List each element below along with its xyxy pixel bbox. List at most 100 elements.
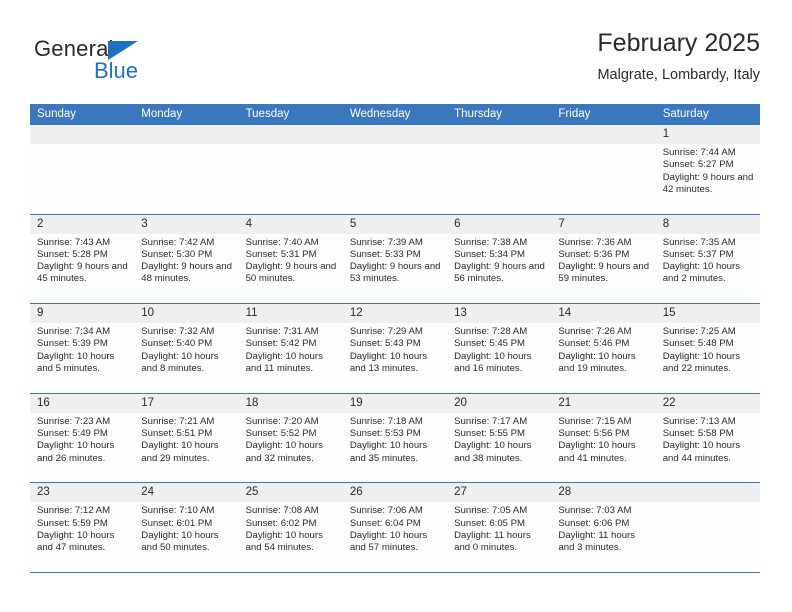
- day-number: 21: [558, 396, 572, 409]
- day-number-band: [134, 125, 239, 144]
- sunset-text: Sunset: 6:05 PM: [454, 517, 526, 529]
- day-number-band: [238, 125, 343, 144]
- calendar-day-cell[interactable]: 25 Sunrise: 7:08 AM Sunset: 6:02 PM Dayligh…: [238, 483, 343, 572]
- sunset-text: Sunset: 5:36 PM: [558, 248, 630, 260]
- calendar-day-cell[interactable]: 26 Sunrise: 7:06 AM Sunset: 6:04 PM Dayligh…: [342, 483, 448, 572]
- day-number-band: 26: [342, 483, 448, 503]
- calendar-day-cell[interactable]: 5 Sunrise: 7:39 AM Sunset: 5:33 PM Daylight…: [342, 214, 448, 304]
- sunset-text: Sunset: 5:39 PM: [37, 338, 108, 350]
- calendar-day-cell[interactable]: 15 Sunrise: 7:25 AM Sunset: 5:48 PM Dayligh…: [655, 304, 760, 393]
- daylight-text: Daylight: 10 hours and 35 minutes.: [349, 440, 428, 464]
- day-sun-info: Sunrise: 7:29 AM Sunset: 5:43 PM Daylight:…: [343, 323, 447, 375]
- day-sun-info: Sunrise: 7:40 AM Sunset: 5:31 PM Daylight:…: [239, 234, 343, 286]
- daylight-text: Daylight: 10 hours and 5 minutes.: [37, 350, 115, 375]
- day-sun-info: Sunrise: 7:26 AM Sunset: 5:46 PM Daylight:…: [551, 323, 655, 375]
- sunset-text: Sunset: 5:40 PM: [141, 338, 213, 350]
- title-block: February 2025 Malgrate, Lombardy, Italy: [597, 28, 760, 86]
- day-number-band: 22: [655, 393, 760, 413]
- sunset-text: Sunset: 6:06 PM: [558, 517, 630, 529]
- day-number-band: 24: [134, 483, 239, 503]
- day-number-band: [551, 125, 656, 144]
- calendar-day-cell[interactable]: 16 Sunrise: 7:23 AM Sunset: 5:49 PM Dayligh…: [30, 393, 135, 483]
- calendar-day-cell[interactable]: 10 Sunrise: 7:32 AM Sunset: 5:40 PM Dayligh…: [134, 304, 239, 393]
- daylight-text: Daylight: 10 hours and 8 minutes.: [141, 350, 219, 375]
- daylight-text: Daylight: 9 hours and 42 minutes.: [662, 171, 754, 195]
- sunrise-text: Sunrise: 7:18 AM: [349, 415, 423, 427]
- daylight-text: Daylight: 10 hours and 47 minutes.: [37, 529, 115, 554]
- day-number-band: 28: [551, 483, 656, 503]
- sunrise-text: Sunrise: 7:08 AM: [245, 505, 319, 517]
- calendar-day-cell[interactable]: 28 Sunrise: 7:03 AM Sunset: 6:06 PM Dayligh…: [551, 483, 656, 572]
- daylight-text: Daylight: 10 hours and 13 minutes.: [349, 350, 428, 375]
- calendar-day-cell[interactable]: 3 Sunrise: 7:42 AM Sunset: 5:30 PM Daylight…: [134, 214, 239, 304]
- day-number-band: 17: [134, 393, 239, 413]
- sunset-text: Sunset: 5:28 PM: [37, 248, 108, 260]
- day-sun-info: Sunrise: 7:08 AM Sunset: 6:02 PM Daylight:…: [239, 502, 343, 554]
- calendar-day-cell[interactable]: 21 Sunrise: 7:15 AM Sunset: 5:56 PM Dayligh…: [551, 393, 656, 483]
- calendar-day-cell[interactable]: 14 Sunrise: 7:26 AM Sunset: 5:46 PM Dayligh…: [551, 304, 656, 393]
- daylight-text: Daylight: 9 hours and 48 minutes.: [141, 261, 232, 285]
- sunrise-text: Sunrise: 7:15 AM: [558, 415, 632, 427]
- day-number: 20: [454, 396, 467, 409]
- sunrise-text: Sunrise: 7:26 AM: [558, 326, 632, 338]
- sunrise-text: Sunrise: 7:10 AM: [141, 505, 215, 517]
- daylight-text: Daylight: 9 hours and 53 minutes.: [349, 261, 441, 285]
- daylight-text: Daylight: 10 hours and 2 minutes.: [662, 261, 741, 285]
- daylight-text: Daylight: 10 hours and 22 minutes.: [662, 350, 741, 375]
- calendar-day-cell[interactable]: 4 Sunrise: 7:40 AM Sunset: 5:31 PM Daylight…: [238, 214, 343, 304]
- calendar-day-cell[interactable]: 22 Sunrise: 7:13 AM Sunset: 5:58 PM Dayligh…: [655, 393, 760, 483]
- calendar-day-cell[interactable]: 6 Sunrise: 7:38 AM Sunset: 5:34 PM Daylight…: [447, 214, 552, 304]
- calendar-day-cell[interactable]: 24 Sunrise: 7:10 AM Sunset: 6:01 PM Dayligh…: [134, 483, 239, 572]
- sunrise-text: Sunrise: 7:06 AM: [349, 505, 423, 517]
- day-sun-info: Sunrise: 7:13 AM Sunset: 5:58 PM Daylight:…: [656, 413, 760, 465]
- sunrise-text: Sunrise: 7:40 AM: [245, 236, 319, 248]
- day-number: 26: [349, 486, 363, 499]
- sunset-text: Sunset: 5:59 PM: [37, 517, 108, 529]
- day-number-band: 23: [30, 483, 135, 503]
- day-number-band: 16: [30, 393, 135, 413]
- day-number: 19: [349, 396, 363, 409]
- calendar-week-row: 23 Sunrise: 7:12 AM Sunset: 5:59 PM Dayligh…: [30, 482, 760, 573]
- sunset-text: Sunset: 6:04 PM: [349, 517, 421, 529]
- calendar-day-cell[interactable]: 8 Sunrise: 7:35 AM Sunset: 5:37 PM Daylight…: [655, 214, 760, 304]
- day-number: 6: [454, 217, 461, 230]
- day-sun-info: Sunrise: 7:31 AM Sunset: 5:42 PM Daylight:…: [239, 323, 343, 375]
- sunrise-text: Sunrise: 7:12 AM: [37, 505, 111, 517]
- calendar-day-cell[interactable]: 9 Sunrise: 7:34 AM Sunset: 5:39 PM Daylight…: [30, 304, 135, 393]
- day-number-band: 9: [30, 304, 135, 324]
- general-blue-logo: General Blue: [34, 36, 214, 92]
- calendar-day-cell[interactable]: 18 Sunrise: 7:20 AM Sunset: 5:52 PM Dayligh…: [238, 393, 343, 483]
- calendar-day-cell[interactable]: 23 Sunrise: 7:12 AM Sunset: 5:59 PM Dayligh…: [30, 483, 135, 572]
- calendar-day-cell[interactable]: 20 Sunrise: 7:17 AM Sunset: 5:55 PM Dayligh…: [447, 393, 552, 483]
- sunset-text: Sunset: 5:52 PM: [245, 428, 317, 440]
- calendar-day-cell[interactable]: 2 Sunrise: 7:43 AM Sunset: 5:28 PM Daylight…: [30, 214, 135, 304]
- sunrise-text: Sunrise: 7:05 AM: [454, 505, 528, 517]
- sunrise-text: Sunrise: 7:35 AM: [662, 236, 736, 248]
- day-number-band: 12: [342, 304, 448, 324]
- day-sun-info: Sunrise: 7:21 AM Sunset: 5:51 PM Daylight:…: [134, 413, 238, 465]
- calendar-day-cell[interactable]: 7 Sunrise: 7:36 AM Sunset: 5:36 PM Daylight…: [551, 214, 656, 304]
- day-number: 1: [662, 128, 670, 140]
- day-sun-info: Sunrise: 7:18 AM Sunset: 5:53 PM Daylight:…: [343, 413, 447, 465]
- sunset-text: Sunset: 5:42 PM: [245, 338, 317, 350]
- day-number: 27: [454, 486, 467, 499]
- calendar-day-cell-empty: [551, 125, 656, 214]
- day-sun-info: Sunrise: 7:05 AM Sunset: 6:05 PM Daylight:…: [447, 502, 551, 554]
- day-number-band: 20: [447, 393, 552, 413]
- calendar-day-cell[interactable]: 1 Sunrise: 7:44 AM Sunset: 5:27 PM Daylight…: [655, 125, 760, 214]
- calendar-day-cell[interactable]: 11 Sunrise: 7:31 AM Sunset: 5:42 PM Dayligh…: [238, 304, 343, 393]
- sunset-text: Sunset: 5:43 PM: [349, 338, 421, 350]
- calendar-day-cell[interactable]: 12 Sunrise: 7:29 AM Sunset: 5:43 PM Dayligh…: [342, 304, 448, 393]
- sunset-text: Sunset: 5:33 PM: [349, 248, 421, 260]
- calendar-day-cell-empty: [342, 125, 448, 214]
- calendar-week-row: 2 Sunrise: 7:43 AM Sunset: 5:28 PM Daylight…: [30, 213, 760, 304]
- weekday-header-tuesday: Tuesday: [245, 108, 290, 120]
- calendar-day-cell[interactable]: 19 Sunrise: 7:18 AM Sunset: 5:53 PM Dayligh…: [342, 393, 448, 483]
- day-number-band: 8: [655, 214, 760, 234]
- calendar-day-cell[interactable]: 17 Sunrise: 7:21 AM Sunset: 5:51 PM Dayligh…: [134, 393, 239, 483]
- day-sun-info: Sunrise: 7:23 AM Sunset: 5:49 PM Daylight:…: [30, 413, 134, 465]
- calendar-day-cell[interactable]: 27 Sunrise: 7:05 AM Sunset: 6:05 PM Dayligh…: [447, 483, 552, 572]
- calendar-day-cell[interactable]: 13 Sunrise: 7:28 AM Sunset: 5:45 PM Dayligh…: [447, 304, 552, 393]
- day-sun-info: Sunrise: 7:32 AM Sunset: 5:40 PM Daylight:…: [134, 323, 238, 375]
- calendar-week-row: 16 Sunrise: 7:23 AM Sunset: 5:49 PM Dayligh…: [30, 392, 760, 483]
